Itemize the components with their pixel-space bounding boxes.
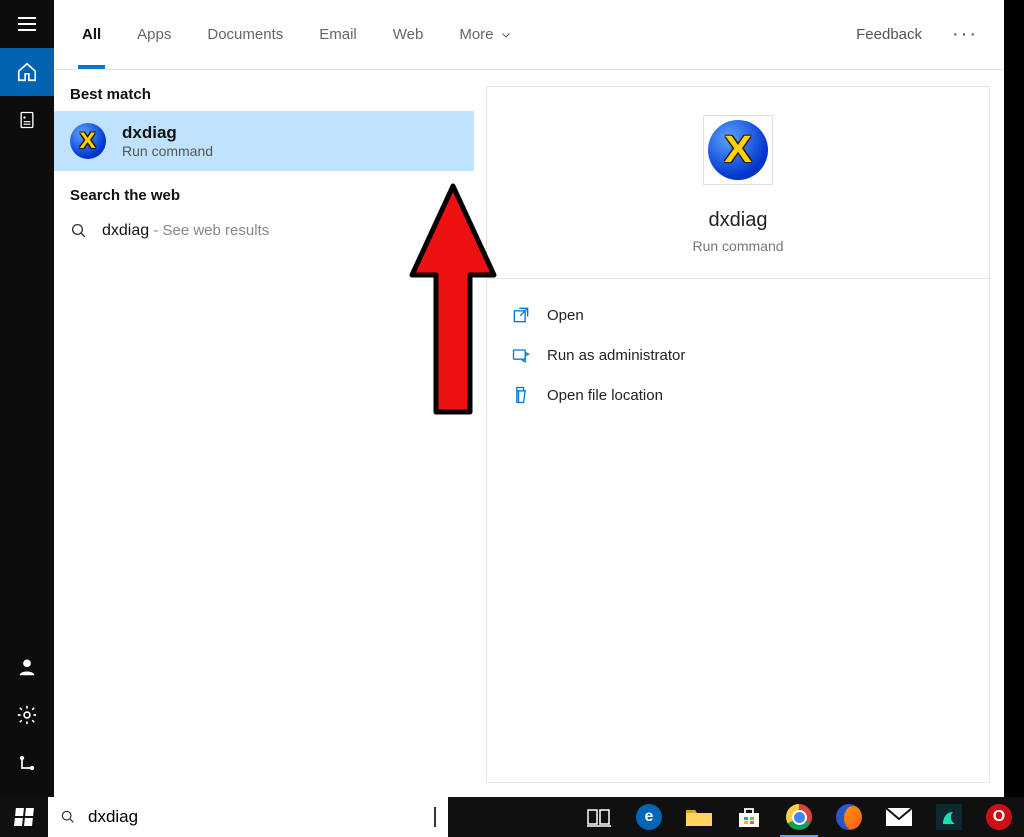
taskbar-edge[interactable]: e xyxy=(624,797,674,837)
start-left-rail xyxy=(0,0,54,797)
action-run-admin-label: Run as administrator xyxy=(547,347,685,364)
detail-icon-frame: X xyxy=(703,115,773,185)
taskbar-chrome[interactable] xyxy=(774,797,824,837)
web-result-text: dxdiag - See web results xyxy=(102,222,269,240)
results-column: Best match X dxdiag Run command Search t… xyxy=(54,70,474,797)
firefox-icon xyxy=(836,804,862,830)
action-open-location[interactable]: Open file location xyxy=(487,375,989,415)
taskbar-store[interactable] xyxy=(724,797,774,837)
chevron-down-icon xyxy=(500,29,512,41)
chevron-right-icon xyxy=(442,223,458,239)
detail-title: dxdiag xyxy=(709,209,768,232)
taskbar-search-box[interactable] xyxy=(48,797,448,837)
open-icon xyxy=(511,305,531,325)
web-result-item[interactable]: dxdiag - See web results xyxy=(54,212,474,250)
share-icon xyxy=(17,753,37,773)
feedback-link[interactable]: Feedback xyxy=(842,26,936,43)
sidebar-account-button[interactable] xyxy=(0,643,54,691)
tab-more[interactable]: More xyxy=(441,1,529,69)
dxdiag-icon: X xyxy=(708,120,768,180)
action-run-admin[interactable]: Run as administrator xyxy=(487,335,989,375)
sidebar-home-button[interactable] xyxy=(0,48,54,96)
start-button[interactable] xyxy=(0,797,48,837)
store-icon xyxy=(736,805,762,829)
text-caret xyxy=(434,807,436,827)
user-icon xyxy=(16,656,38,678)
tab-email[interactable]: Email xyxy=(301,1,375,69)
detail-pane: X dxdiag Run command Open Run as adminis… xyxy=(486,86,990,783)
taskbar-opera[interactable]: O xyxy=(974,797,1024,837)
chrome-icon xyxy=(786,804,812,830)
hamburger-menu-button[interactable] xyxy=(0,0,54,48)
search-results-panel: All Apps Documents Email Web More Feedba… xyxy=(54,0,1004,797)
sidebar-share-button[interactable] xyxy=(0,739,54,787)
gear-icon xyxy=(16,704,38,726)
taskbar-mail[interactable] xyxy=(874,797,924,837)
taskbar-file-explorer[interactable] xyxy=(674,797,724,837)
best-match-subtitle: Run command xyxy=(122,143,213,159)
task-view-icon xyxy=(587,807,611,827)
filmora-icon xyxy=(936,804,962,830)
sidebar-settings-button[interactable] xyxy=(0,691,54,739)
home-icon xyxy=(16,61,38,83)
task-view-button[interactable] xyxy=(574,797,624,837)
search-web-header: Search the web xyxy=(54,171,474,212)
action-open-location-label: Open file location xyxy=(547,387,663,404)
more-options-button[interactable]: ··· xyxy=(936,23,994,46)
folder-icon xyxy=(685,806,713,828)
windows-logo-icon xyxy=(14,808,33,826)
edge-icon: e xyxy=(636,804,662,830)
search-icon xyxy=(70,222,88,240)
best-match-item[interactable]: X dxdiag Run command xyxy=(54,111,474,171)
action-open-label: Open xyxy=(547,307,584,324)
sidebar-documents-button[interactable] xyxy=(0,96,54,144)
dxdiag-icon: X xyxy=(70,123,106,159)
tab-all[interactable]: All xyxy=(64,1,119,69)
taskbar-firefox[interactable] xyxy=(824,797,874,837)
tab-documents[interactable]: Documents xyxy=(189,1,301,69)
tab-web[interactable]: Web xyxy=(375,1,442,69)
admin-shield-icon xyxy=(511,345,531,365)
detail-subtitle: Run command xyxy=(692,238,783,254)
search-tabs: All Apps Documents Email Web More Feedba… xyxy=(54,0,1004,70)
best-match-header: Best match xyxy=(54,70,474,111)
opera-icon: O xyxy=(986,804,1012,830)
document-icon xyxy=(17,110,37,130)
tab-apps[interactable]: Apps xyxy=(119,1,189,69)
action-open[interactable]: Open xyxy=(487,295,989,335)
taskbar-filmora[interactable] xyxy=(924,797,974,837)
folder-location-icon xyxy=(511,385,531,405)
mail-icon xyxy=(885,807,913,827)
best-match-title: dxdiag xyxy=(122,123,213,143)
taskbar-search-input[interactable] xyxy=(88,807,422,827)
tab-more-label: More xyxy=(459,26,493,43)
search-icon xyxy=(60,808,76,826)
taskbar: e O xyxy=(0,797,1024,837)
